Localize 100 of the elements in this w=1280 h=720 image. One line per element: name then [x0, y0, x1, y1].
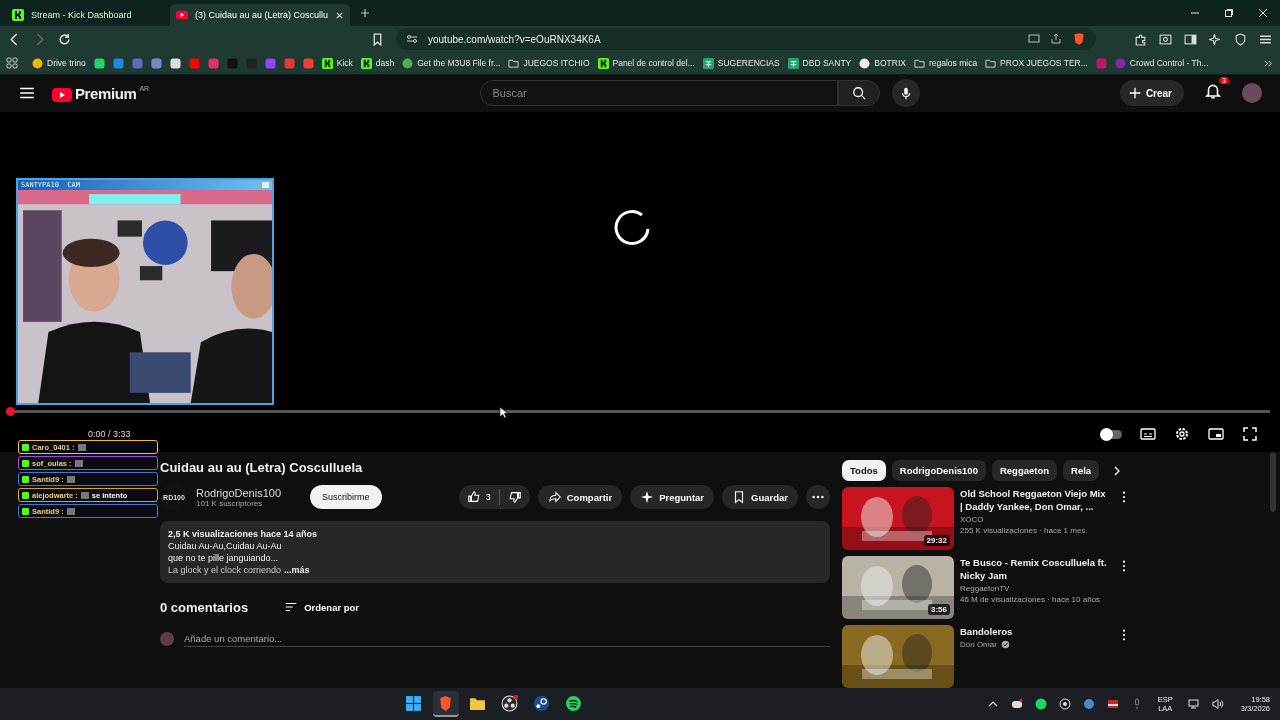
- browser-tab[interactable]: (3) Cuidau au au (Letra) Coscullu: [170, 4, 351, 26]
- avatar: [160, 632, 174, 646]
- video-meta: 255 K visualizaciones · hace 1 mes: [960, 526, 1087, 535]
- video-title[interactable]: Bandoleros: [960, 625, 1110, 638]
- duration-badge: 3:56: [928, 604, 950, 615]
- search-field[interactable]: Buscar: [479, 80, 838, 107]
- autoplay-toggle[interactable]: [1102, 429, 1122, 439]
- bookmark[interactable]: Get the M3U8 File fr...: [402, 57, 501, 69]
- voice-search-button[interactable]: [891, 79, 920, 108]
- overflow-icon[interactable]: [1263, 57, 1274, 69]
- progress-bar[interactable]: [6, 407, 1270, 416]
- cast-icon[interactable]: [1028, 33, 1040, 45]
- video-title[interactable]: Te Busco - Remix Cosculluela ft. Nicky Jam: [960, 556, 1110, 582]
- logo-text: Premium: [75, 84, 137, 102]
- restore-icon[interactable]: [1224, 8, 1234, 18]
- share-icon[interactable]: [1050, 33, 1062, 45]
- bookmark-icon[interactable]: [93, 57, 105, 69]
- network-icon[interactable]: [1187, 698, 1200, 710]
- more-button[interactable]: [806, 485, 830, 509]
- avatar[interactable]: [1242, 83, 1262, 104]
- close-icon[interactable]: [335, 10, 345, 20]
- sort-button[interactable]: Ordenar por: [278, 599, 366, 615]
- bookmark[interactable]: Drive trino: [32, 57, 86, 69]
- mouse-cursor: [499, 406, 508, 419]
- bookmark-icon[interactable]: [371, 32, 384, 46]
- settings-icon[interactable]: [1174, 426, 1190, 442]
- duration-badge: 29:32: [923, 535, 950, 546]
- browser-tab[interactable]: Stream - Kick Dashboard: [6, 4, 170, 26]
- play-logo-icon[interactable]: [52, 87, 72, 102]
- taskbar-app[interactable]: [432, 691, 459, 717]
- spotify-icon: [565, 694, 583, 712]
- address-bar[interactable]: youtube.com/watch?v=eOuRNX34K6A: [396, 28, 1096, 50]
- steam-icon[interactable]: [1082, 698, 1095, 710]
- discord-icon[interactable]: [1010, 698, 1023, 710]
- bookmark[interactable]: Panel de control del...: [597, 57, 695, 69]
- more-icon[interactable]: [1122, 560, 1126, 572]
- site-settings-icon[interactable]: [406, 33, 418, 45]
- obs-icon: [501, 694, 519, 712]
- progress-thumb[interactable]: [6, 407, 15, 416]
- video-meta: 46 M de visualizaciones · hace 10 años: [960, 595, 1102, 604]
- extensions-icon[interactable]: [1134, 32, 1147, 46]
- create-button[interactable]: Crear: [1119, 80, 1184, 107]
- filter-chip[interactable]: Reggaeton: [991, 460, 1058, 481]
- action-button[interactable]: Guardar: [722, 485, 798, 509]
- channel-name[interactable]: ReggaetonTV: [960, 584, 1010, 593]
- subtitles-icon[interactable]: [1140, 426, 1156, 442]
- fullscreen-icon[interactable]: [1242, 426, 1258, 442]
- thumbs-up-icon: [466, 490, 481, 504]
- close-icon[interactable]: [1258, 8, 1268, 18]
- folder-icon: [985, 57, 997, 69]
- action-button[interactable]: Preguntar: [630, 485, 715, 509]
- plus-icon: [1127, 86, 1142, 101]
- filter-chip[interactable]: Todos: [842, 460, 886, 481]
- show-more-link[interactable]: ...más: [284, 565, 310, 575]
- search-button[interactable]: [837, 80, 880, 107]
- bookmark[interactable]: DBD SANTY: [787, 57, 852, 69]
- description-box[interactable]: 2,5 K visualizaciones hace 14 años Cuidau Au-Au,Cuidau Au-Au que no te pille janguiando... La glock y el clock corriendo ...más: [160, 521, 830, 583]
- reader-icon[interactable]: [1159, 32, 1172, 46]
- app-icon[interactable]: [1106, 698, 1119, 710]
- reload-icon[interactable]: [58, 32, 71, 46]
- channel-name[interactable]: Don Omar: [960, 640, 997, 649]
- bookmark[interactable]: JUEGOS ITCHIO: [508, 57, 590, 69]
- comment-field[interactable]: Añade un comentario...: [184, 631, 830, 647]
- favicon: [859, 57, 871, 69]
- action-button[interactable]: Compartir: [537, 485, 623, 509]
- filter-chip[interactable]: RodrigoDenis100: [891, 460, 986, 481]
- shield-icon[interactable]: [1234, 32, 1247, 46]
- share-arrow-icon: [547, 490, 562, 504]
- spotify-icon[interactable]: [1034, 698, 1047, 710]
- volume-icon[interactable]: [1211, 698, 1224, 710]
- bookmark[interactable]: SUGERENCIAS: [702, 57, 780, 69]
- bookmark[interactable]: regalos mica: [913, 57, 978, 69]
- folder-icon: [508, 57, 520, 69]
- more-icon[interactable]: [1122, 629, 1126, 641]
- video-title: Cuidau au au (Letra) Cosculluela: [160, 460, 364, 475]
- video-title[interactable]: Old School Reggaeton Viejo Mix | Daddy Yankee, Don Omar, ...: [960, 487, 1110, 513]
- subscribe-button[interactable]: Suscribirme: [310, 485, 382, 509]
- notifications-icon[interactable]: [1204, 82, 1222, 101]
- more-icon[interactable]: [1122, 491, 1126, 503]
- time-display: 0:00 / 3:33: [88, 429, 131, 439]
- apps-icon[interactable]: [6, 57, 18, 69]
- channel-name[interactable]: RodrigoDenis100: [196, 486, 296, 499]
- bookmark[interactable]: dash: [360, 57, 395, 69]
- bookmark[interactable]: PROX JUEGOS TER...: [985, 57, 1088, 69]
- bookmark[interactable]: BOTRIX: [859, 57, 906, 69]
- sidebar-icon[interactable]: [1184, 32, 1197, 46]
- sparkle-icon[interactable]: [1209, 32, 1222, 46]
- bookmark[interactable]: Crowd Control - Th...: [1114, 57, 1209, 69]
- bookmark-icon[interactable]: [169, 57, 181, 69]
- thumbs-down-icon: [507, 490, 522, 504]
- description-line: La glock y el clock corriendo: [168, 565, 282, 575]
- favicon: [1114, 57, 1126, 69]
- filter-chip[interactable]: Rela: [1063, 460, 1100, 481]
- bookmark[interactable]: Kick: [321, 57, 353, 69]
- spreadsheet-icon: [702, 57, 714, 69]
- new-tab-icon[interactable]: [360, 8, 371, 18]
- miniplayer-icon[interactable]: [1208, 426, 1224, 442]
- channel-name[interactable]: XOCO: [960, 515, 984, 524]
- search-icon: [851, 86, 866, 101]
- obs-icon[interactable]: [1058, 698, 1071, 710]
